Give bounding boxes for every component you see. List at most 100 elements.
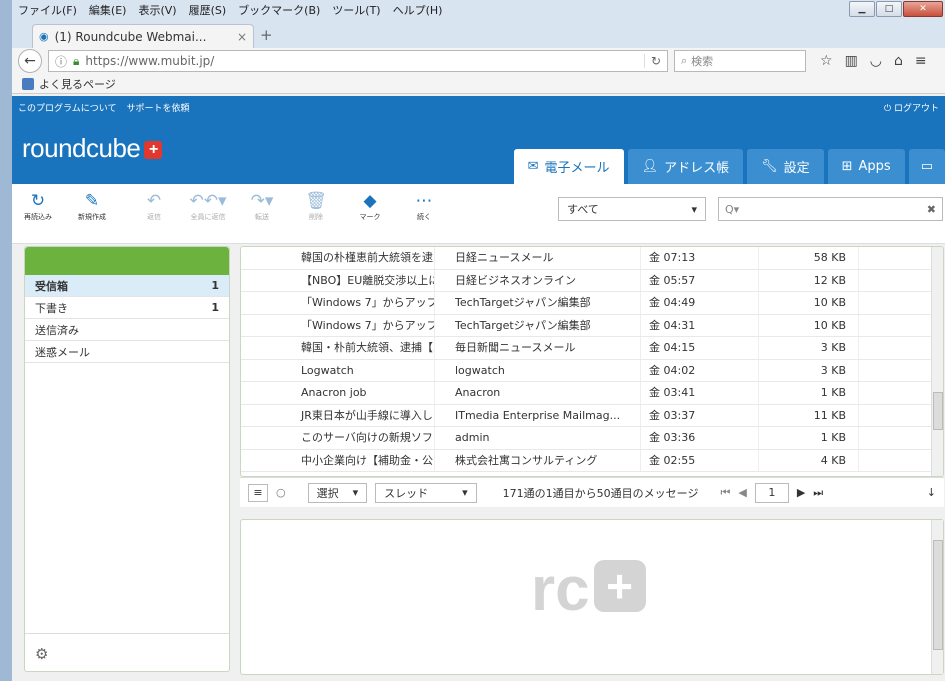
maximize-button[interactable]: □ — [876, 1, 902, 17]
menu-help[interactable]: ヘルプ(H) — [387, 2, 449, 18]
lock-icon: 🔒︎ — [73, 53, 80, 68]
filter-value: すべて — [567, 203, 599, 216]
tab-mail[interactable]: ✉ 電子メール — [513, 149, 624, 184]
last-page-icon[interactable]: ⏭︎ — [813, 486, 823, 500]
table-row[interactable]: Anacron job Anacron 金 03:41 1 KB — [241, 382, 933, 405]
folder-drafts[interactable]: 下書き 1 — [25, 297, 229, 319]
menu-view[interactable]: 表示(V) — [132, 2, 182, 18]
tab-apps[interactable]: ⊞ Apps — [827, 149, 905, 184]
message-from: 毎日新聞ニュースメール — [435, 337, 641, 359]
pencil-icon: ✎ — [84, 191, 100, 211]
table-row[interactable]: JR東日本が山手線に導入し... ITmedia Enterprise Mailm… — [241, 404, 933, 427]
tab-chat[interactable]: ▭ — [908, 149, 945, 184]
tab-close-icon[interactable]: × — [237, 30, 247, 44]
refresh-icon: ↻ — [30, 191, 46, 211]
message-from: admin — [435, 427, 641, 449]
message-from: TechTargetジャパン編集部 — [435, 292, 641, 314]
page-number-input[interactable]: 1 — [754, 482, 789, 503]
back-button[interactable]: ← — [18, 49, 42, 73]
window-close-button[interactable]: ✕ — [903, 1, 943, 17]
more-button[interactable]: ⋯ 続く — [402, 190, 446, 222]
browser-search-input[interactable]: ⌕ 検索 — [674, 50, 806, 72]
app-header: roundcube + ✉ 電子メール 👤︎ アドレス帳 🔧︎ 設定 ⊞ Apps ▭ — [12, 119, 945, 184]
folder-sent[interactable]: 送信済み — [25, 319, 229, 341]
menu-bookmarks[interactable]: ブックマーク(B) — [232, 2, 326, 18]
bookmark-most-visited[interactable]: よく見るページ — [39, 76, 116, 92]
logout-label: ログアウト — [893, 104, 939, 114]
roundcube-app: このプログラムについて サポートを依頼 ⏻ ログアウト roundcube + ✉… — [12, 96, 945, 681]
url-bar[interactable]: ⓘ 🔒︎ https://www.mubit.jp/ ↻ — [48, 50, 668, 72]
preview-scrollbar[interactable] — [931, 520, 943, 674]
table-row[interactable]: 韓国の朴槿恵前大統領を逮... 日経ニュースメール金 07:13 58 KB — [241, 247, 933, 270]
reply-all-button[interactable]: ↶↶▾ 全員に返信 — [186, 190, 230, 222]
mark-label: マーク — [359, 213, 381, 221]
next-page-icon[interactable]: ▶ — [797, 486, 805, 499]
clear-search-icon[interactable]: ✖ — [927, 203, 936, 216]
menu-history[interactable]: 履歴(S) — [183, 2, 233, 18]
gear-icon[interactable]: ⚙ — [35, 645, 48, 663]
filter-select[interactable]: すべて ▾ — [558, 197, 706, 221]
table-row[interactable]: 「Windows 7」からアップ... TechTargetジャパン編集部金 04… — [241, 292, 933, 315]
menu-tools[interactable]: ツール(T) — [326, 2, 386, 18]
compose-button[interactable]: ✎ 新規作成 — [70, 190, 114, 222]
desktop-edge — [0, 0, 12, 681]
message-date: 金 02:55 — [641, 449, 759, 471]
scrollbar-thumb[interactable] — [933, 540, 943, 650]
table-row[interactable]: Logwatch logwatch 金 04:02 3 KB — [241, 359, 933, 382]
table-row[interactable]: 韓国・朴前大統領、逮捕【3...毎日新聞ニュースメール金 04:153 KB — [241, 337, 933, 360]
mail-toolbar: ↻ 再読込み ✎ 新規作成 ↶ 返信 ↶↶▾ 全員に返信 ↷▾ 転送 🗑︎ 削除 ◆ マーク … — [12, 184, 945, 244]
folder-label: 受信箱 — [35, 279, 68, 293]
folder-panel-header — [25, 247, 229, 275]
threads-icon[interactable]: ○ — [276, 486, 286, 499]
new-tab-button[interactable]: + — [260, 26, 273, 44]
minimize-button[interactable]: ▁ — [849, 1, 875, 17]
message-date: 金 04:31 — [641, 314, 759, 336]
prev-page-icon[interactable]: ◀ — [738, 486, 746, 499]
logout-link[interactable]: ⏻ ログアウト — [884, 101, 939, 114]
browser-tab[interactable]: ◉ (1) Roundcube Webmai... × — [32, 24, 254, 48]
library-icon[interactable]: ▥ — [845, 53, 858, 69]
folder-list-panel: 受信箱 1 下書き 1 送信済み 迷惑メール ⚙ — [24, 246, 230, 672]
refresh-button[interactable]: ↻ 再読込み — [16, 190, 60, 222]
table-row[interactable]: このサーバ向けの新規ソフ... admin 金 03:36 1 KB — [241, 427, 933, 450]
mail-search-input[interactable]: Q▾ ✖ — [718, 197, 943, 221]
thread-menu[interactable]: スレッド ▾ — [375, 482, 477, 503]
tab-settings[interactable]: 🔧︎ 設定 — [747, 149, 824, 184]
table-row[interactable]: 中小企業向け【補助金・公... 株式会社寓コンサルティング金 02:55 4 KB — [241, 449, 933, 472]
search-options-icon[interactable]: Q▾ — [725, 203, 739, 216]
table-row[interactable]: 【NBO】EU離脱交渉以上に... 日経ビジネスオンライン金 05:57 12 KB — [241, 269, 933, 292]
tab-addressbook[interactable]: 👤︎ アドレス帳 — [627, 149, 744, 184]
about-link[interactable]: このプログラムについて — [18, 101, 116, 114]
select-menu[interactable]: 選択 ▾ — [307, 482, 368, 503]
folder-label: 迷惑メール — [35, 345, 90, 359]
message-size: 3 KB — [759, 359, 859, 381]
support-link[interactable]: サポートを依頼 — [126, 101, 189, 114]
bookmark-folder-icon — [22, 77, 34, 90]
scrollbar-thumb[interactable] — [933, 392, 943, 430]
hamburger-menu-icon[interactable]: ≡ — [915, 53, 927, 69]
forward-button[interactable]: ↷▾ 転送 — [240, 190, 284, 222]
list-options-icon[interactable]: ≡ — [248, 483, 268, 502]
download-icon[interactable]: ↓ — [927, 486, 936, 499]
home-icon[interactable]: ⌂ — [894, 53, 903, 69]
first-page-icon[interactable]: ⏮︎ — [720, 486, 730, 500]
dropdown-arrow-icon: ▾ — [691, 202, 697, 216]
delete-button[interactable]: 🗑︎ 削除 — [294, 190, 338, 222]
info-icon[interactable]: ⓘ — [55, 53, 67, 70]
unread-count: 1 — [211, 279, 219, 292]
mark-button[interactable]: ◆ マーク — [348, 190, 392, 222]
thread-label: スレッド — [384, 486, 429, 500]
bookmark-star-icon[interactable]: ☆ — [820, 53, 833, 69]
reload-icon[interactable]: ↻ — [643, 54, 661, 68]
reply-button[interactable]: ↶ 返信 — [132, 190, 176, 222]
folder-junk[interactable]: 迷惑メール — [25, 341, 229, 363]
message-list-scrollbar[interactable] — [931, 247, 943, 476]
roundcube-watermark: rc + — [531, 554, 646, 625]
folder-panel-footer — [25, 633, 229, 671]
menu-edit[interactable]: 編集(E) — [83, 2, 133, 18]
table-row[interactable]: 「Windows 7」からアップ... TechTargetジャパン編集部金 04… — [241, 314, 933, 337]
menu-file[interactable]: ファイル(F) — [12, 2, 83, 18]
pocket-icon[interactable]: ◡ — [870, 53, 882, 69]
folder-inbox[interactable]: 受信箱 1 — [25, 275, 229, 297]
message-from: 株式会社寓コンサルティング — [435, 449, 641, 471]
